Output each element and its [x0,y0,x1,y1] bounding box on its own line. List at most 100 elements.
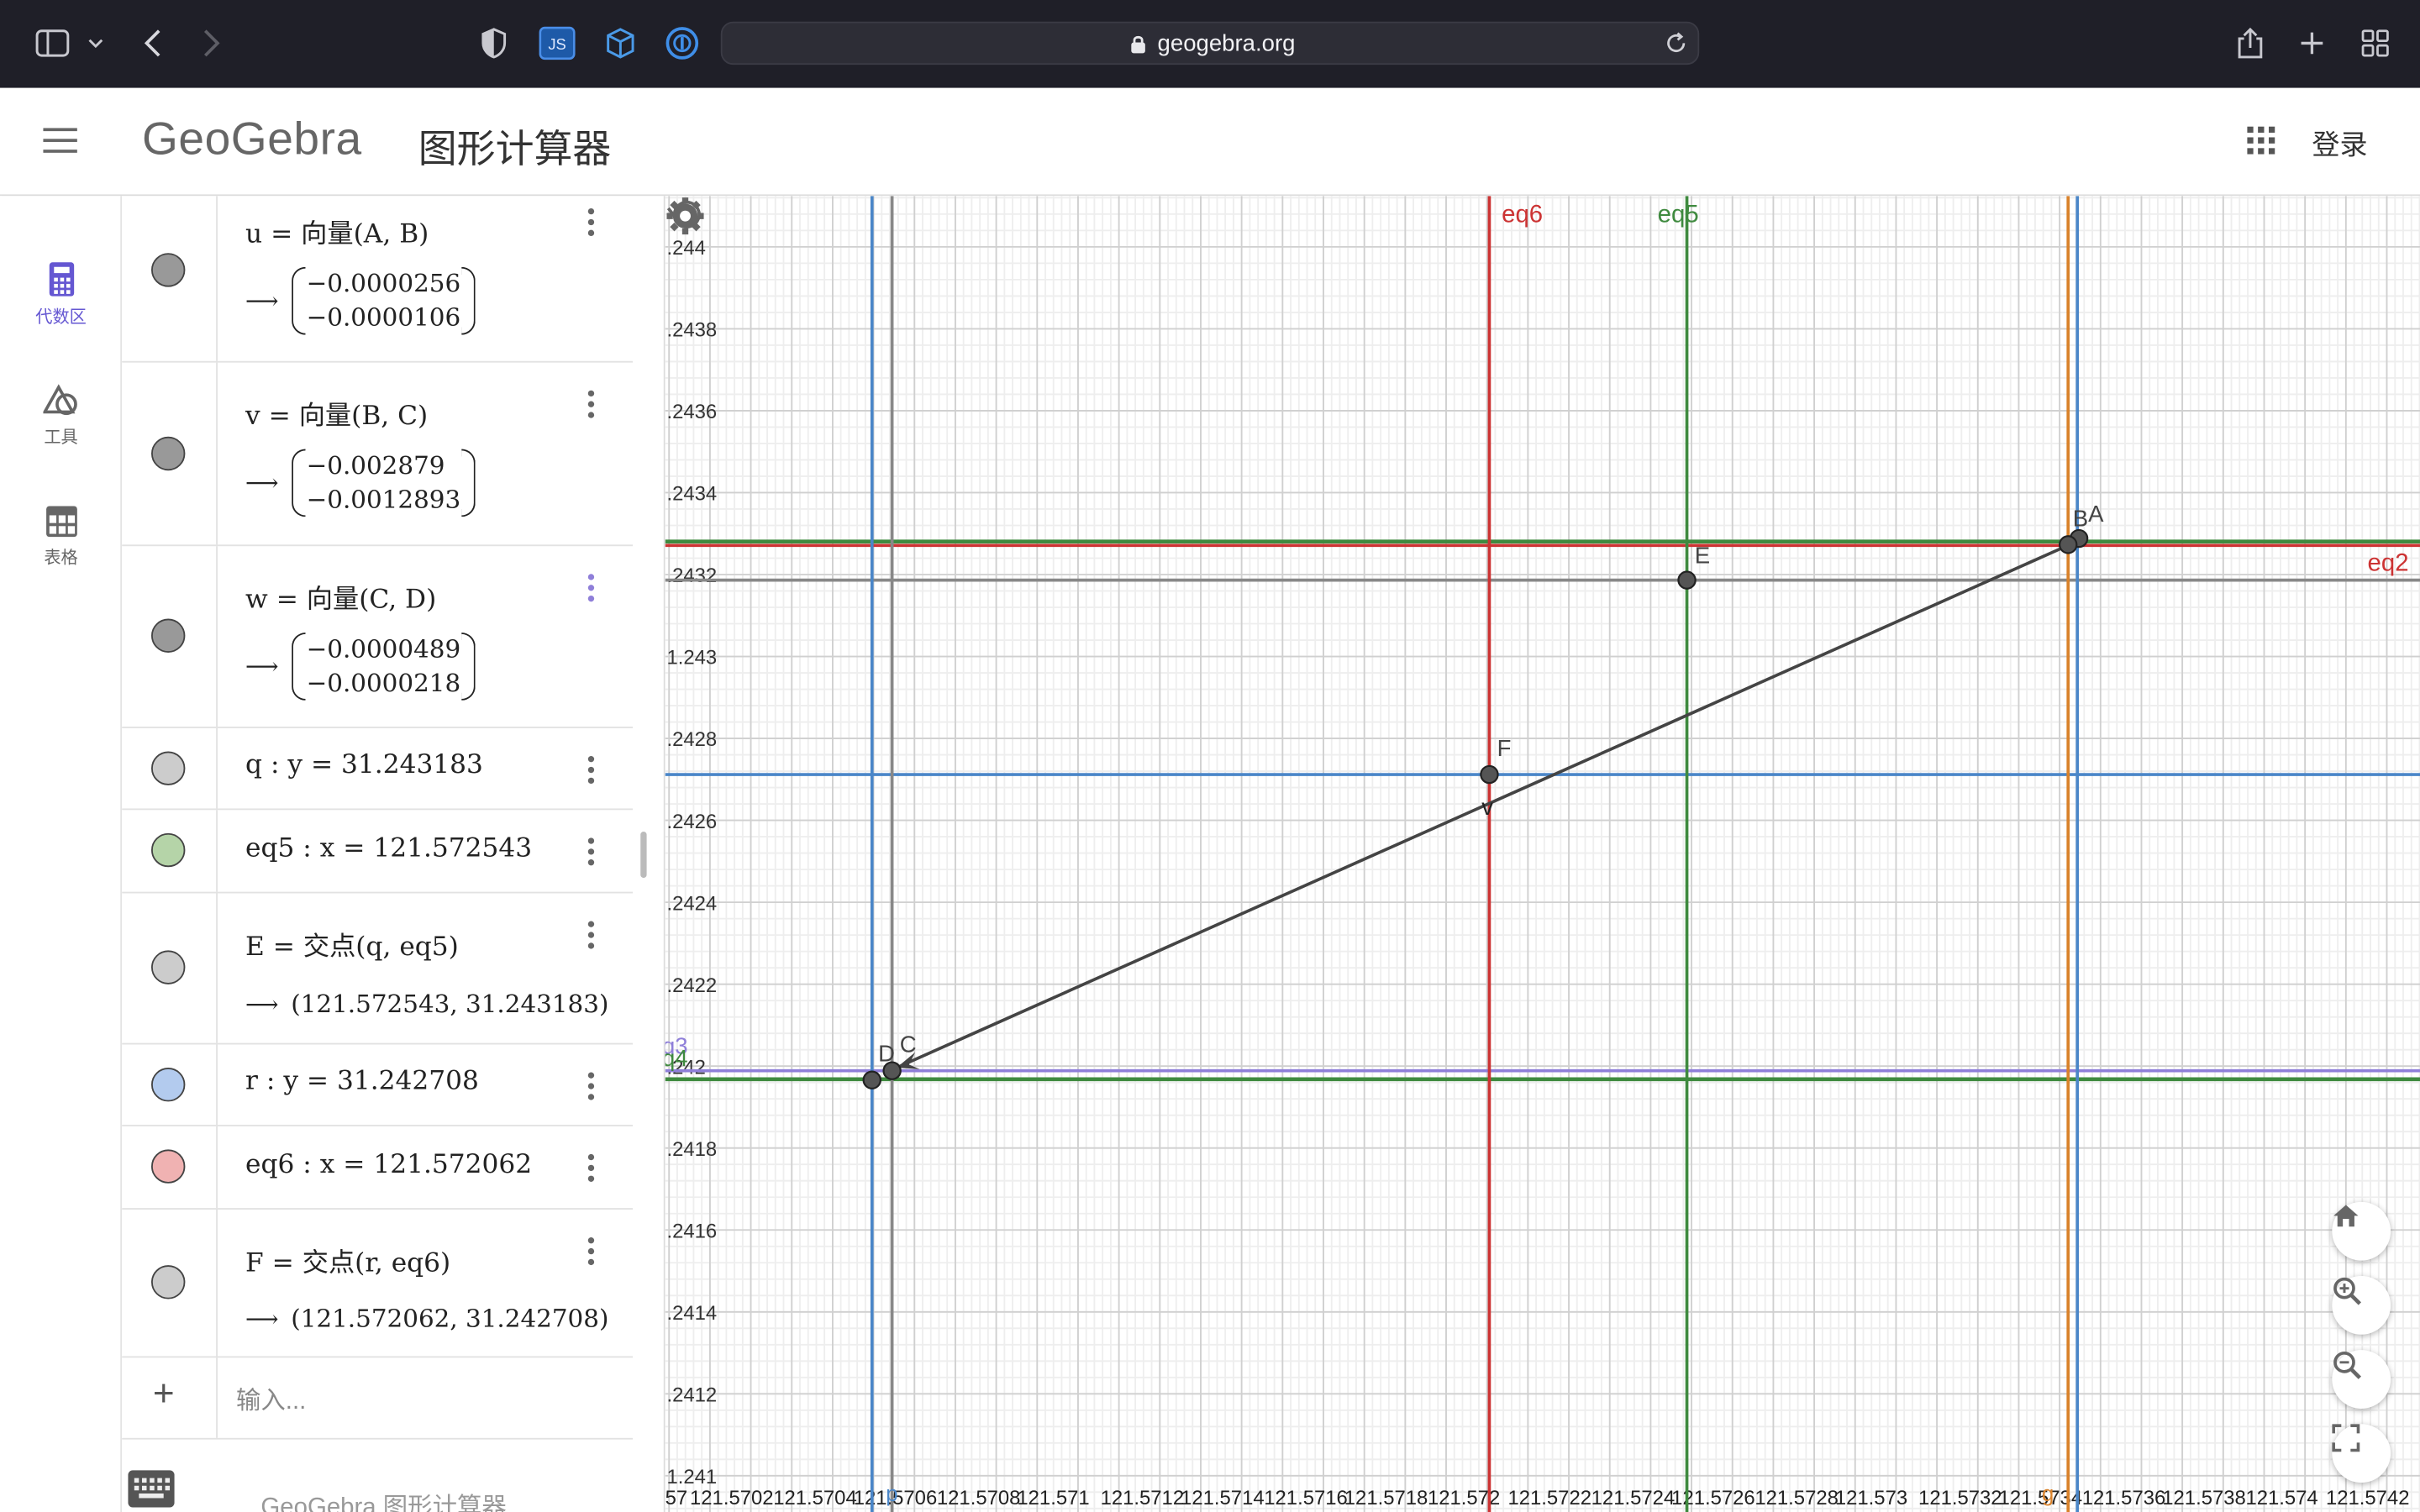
more-options-icon[interactable] [579,918,603,952]
sidebar-toggle-icon[interactable] [31,22,74,65]
eq5-label: eq5 [1658,200,1699,228]
more-options-icon[interactable] [579,205,603,239]
apps-grid-icon[interactable] [2247,126,2275,155]
menu-icon[interactable] [43,127,77,155]
visibility-toggle[interactable] [122,1126,218,1209]
graphics-canvas[interactable]: .244 .2438 .2436 .2434 .2432 1.243 .2428 .2426.… [665,196,2420,1512]
vector-matrix: −0.0000256 −0.0000106 [291,266,476,335]
calculator-icon [48,262,74,297]
algebra-row-F[interactable]: F = 交点(r, eq6) ⟶ (121.572062, 31.242708) [122,1210,634,1358]
algebra-row-u[interactable]: u = 向量(A, B) ⟶−0.0000256 −0.0000106 [122,196,634,363]
rail-item-algebra[interactable]: 代数区 [0,260,122,328]
row-definition[interactable]: w = 向量(C, D) [245,577,436,616]
reload-icon[interactable] [1664,31,1688,55]
zoom-out-button[interactable] [2332,1350,2391,1409]
zoom-in-button[interactable] [2332,1275,2391,1335]
plus-icon[interactable]: + [153,1373,175,1416]
vector-x: −0.002879 [306,450,445,480]
vector-matrix: −0.0000489 −0.0000218 [291,633,476,701]
algebra-row-eq5[interactable]: eq5 : x = 121.572543 [122,810,634,894]
more-options-icon[interactable] [579,753,603,786]
tab-overview-icon[interactable] [2354,22,2396,65]
keyboard-icon[interactable] [128,1470,175,1508]
address-bar[interactable]: geogebra.org [720,21,1700,66]
graphics-view[interactable]: .244 .2438 .2436 .2434 .2432 1.243 .2428 .2426.… [665,196,2420,1512]
screen: JS geogebra.org GeoGebra 图形计算器 登录 代数区 工具… [0,0,2420,1512]
page-title: 图形计算器 [418,128,612,171]
x-tick-label: 121.574 [2245,1487,2317,1509]
point-E [1677,570,1697,590]
row-definition[interactable]: q : y = 31.243183 [245,750,483,781]
forward-icon[interactable] [190,22,233,65]
settings-gear-icon[interactable] [666,196,706,236]
js-extension-icon[interactable]: JS [535,22,578,65]
y-tick-label: 1.241 [666,1466,717,1488]
y-tick-label: .2422 [666,974,717,997]
rail-label-algebra: 代数区 [35,308,87,328]
home-button[interactable] [2332,1201,2391,1261]
algebra-row-q[interactable]: q : y = 31.243183 [122,727,634,811]
row-definition[interactable]: eq5 : x = 121.572543 [245,833,532,864]
cube-extension-icon[interactable] [599,22,642,65]
visibility-toggle[interactable] [122,893,218,1043]
scrollbar-thumb[interactable] [640,832,647,879]
color-dot [151,1265,186,1299]
x-tick-label: 121.5738 [2162,1487,2246,1509]
share-icon[interactable] [2228,22,2271,65]
row-output: ⟶ (121.572543, 31.243183) [245,989,609,1019]
eq6-label: eq6 [1502,200,1543,228]
x-tick-label: 121.5726 [1671,1487,1755,1509]
algebra-row-r[interactable]: r : y = 31.242708 [122,1044,634,1126]
visibility-toggle[interactable] [122,810,218,892]
visibility-toggle[interactable] [122,1210,218,1357]
x-tick-label: 121.5712 [1101,1487,1185,1509]
more-options-icon[interactable] [579,1234,603,1268]
more-options-icon[interactable] [579,835,603,869]
new-tab-icon[interactable] [2291,22,2333,65]
more-options-icon[interactable] [579,571,603,605]
algebra-row-E[interactable]: E = 交点(q, eq5) ⟶ (121.572543, 31.243183) [122,893,634,1045]
more-options-icon[interactable] [579,1069,603,1103]
algebra-row-v[interactable]: v = 向量(B, C) ⟶−0.002879 −0.0012893 [122,362,634,547]
vector-y: −0.0000106 [306,302,461,332]
x-tick-label: 121.573 [1835,1487,1907,1509]
visibility-toggle[interactable] [122,546,218,727]
algebra-input[interactable]: 输入... [236,1379,306,1416]
vector-x: −0.0000489 [306,633,461,664]
more-options-icon[interactable] [579,387,603,421]
color-dot [151,1149,186,1184]
vector-x: −0.0000256 [306,268,461,298]
row-definition[interactable]: u = 向量(A, B) [245,212,429,250]
password-manager-icon[interactable] [660,22,703,65]
rail-item-table[interactable]: 表格 [0,505,122,570]
visibility-toggle[interactable] [122,196,218,361]
visibility-toggle[interactable] [122,1044,218,1125]
y-tick-label: .2426 [666,811,717,833]
fullscreen-button[interactable] [2332,1424,2391,1483]
back-icon[interactable] [131,22,174,65]
vector-y: −0.0012893 [306,484,461,514]
visibility-toggle[interactable] [122,362,218,545]
point-B-label: B [2073,505,2088,531]
row-definition[interactable]: E = 交点(q, eq5) [245,924,459,963]
row-definition[interactable]: eq6 : x = 121.572062 [245,1149,532,1180]
algebra-row-eq6[interactable]: eq6 : x = 121.572062 [122,1126,634,1210]
algebra-row-w[interactable]: w = 向量(C, D) ⟶−0.0000489 −0.0000218 [122,546,634,728]
visibility-toggle[interactable] [122,727,218,809]
x-tick-label: 121.5718 [1344,1487,1428,1509]
algebra-input-row[interactable]: + 输入... [122,1357,634,1440]
color-dot [151,436,186,471]
row-definition[interactable]: F = 交点(r, eq6) [245,1241,450,1279]
x-tick-label: 121.5708 [937,1487,1021,1509]
geogebra-logo[interactable]: GeoGebra [142,114,362,166]
chevron-down-icon[interactable] [74,22,117,65]
rail-item-tools[interactable]: 工具 [0,384,122,449]
row-definition[interactable]: r : y = 31.242708 [245,1066,479,1097]
shield-icon[interactable] [472,22,515,65]
zoom-in-icon [2333,1277,2361,1305]
row-definition[interactable]: v = 向量(B, C) [245,393,428,433]
vector-matrix: −0.002879 −0.0012893 [291,449,476,517]
point-D-label: D [878,1041,895,1067]
more-options-icon[interactable] [579,1151,603,1184]
login-button[interactable]: 登录 [2312,123,2367,164]
